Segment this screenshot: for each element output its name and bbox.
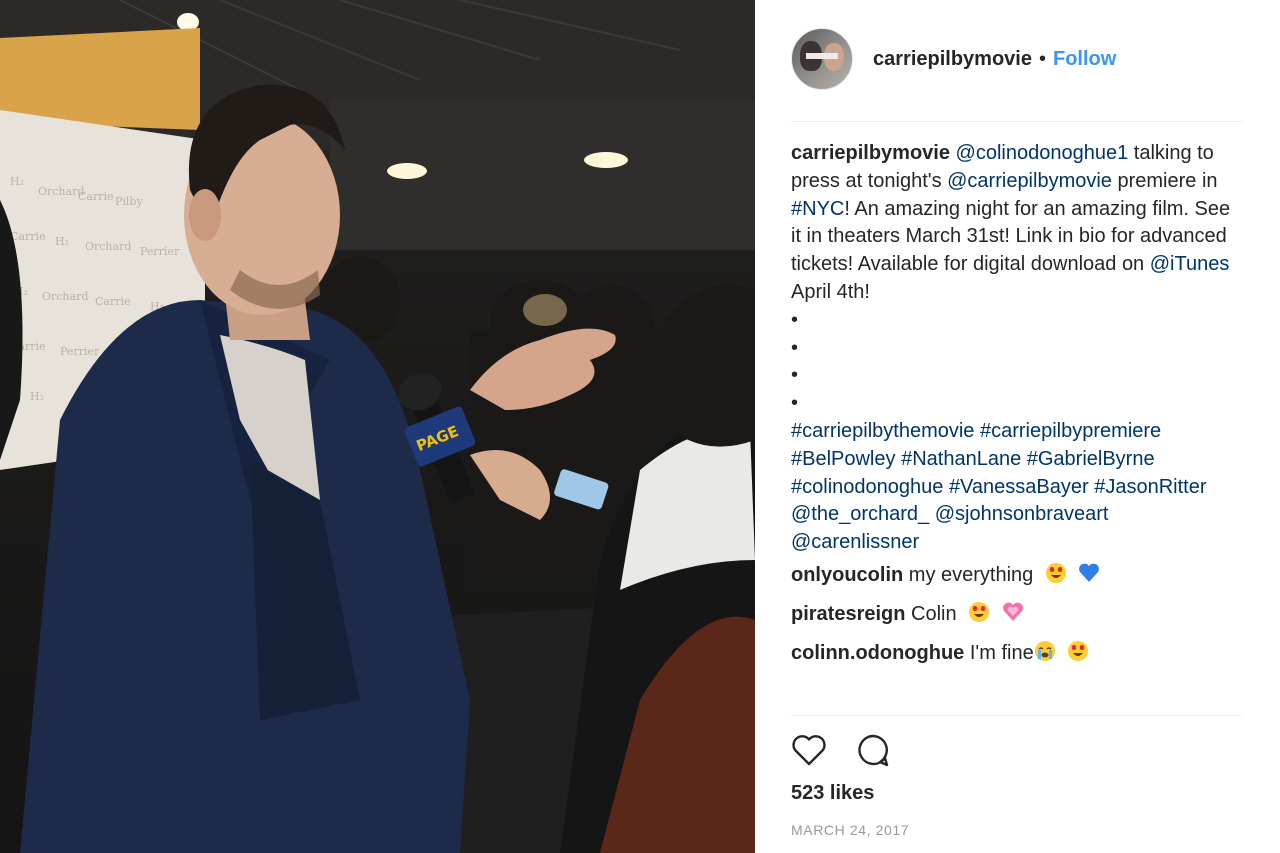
svg-text:Perrier: Perrier xyxy=(140,245,180,258)
growing-heart-emoji xyxy=(1002,599,1024,635)
post-date[interactable]: MARCH 24, 2017 xyxy=(791,822,909,838)
caption-text-4: April 4th! xyxy=(791,280,870,303)
caption-tag[interactable]: #JasonRitter xyxy=(1094,476,1206,498)
comment-item: onlyoucolin my everything xyxy=(791,557,1242,596)
post-photo[interactable]: H₂ Orchard Carrie Pilby Carrie H₂ Orchard Perr… xyxy=(0,0,755,853)
svg-text:H₂: H₂ xyxy=(55,235,69,248)
caption-username[interactable]: carriepilbymovie xyxy=(791,142,950,164)
header-divider xyxy=(791,121,1242,122)
caption-mention-colin[interactable]: @colinodonoghue1 xyxy=(956,142,1129,164)
caption-tag[interactable]: #colinodonoghue xyxy=(791,476,943,498)
caption-tag[interactable]: #VanessaBayer xyxy=(949,476,1089,498)
caption-tag[interactable]: #GabrielByrne xyxy=(1027,448,1155,470)
avatar[interactable] xyxy=(791,28,853,90)
comment-username[interactable]: piratesreign xyxy=(791,603,905,625)
comments-list[interactable]: carriepilbymovie @colinodonoghue1 talkin… xyxy=(791,140,1242,715)
caption-bullet: • xyxy=(791,308,799,331)
comment-text: I'm fine xyxy=(969,641,1034,664)
caption-tag[interactable]: #carriepilbythemovie xyxy=(791,420,974,442)
comment-text: my everything xyxy=(908,563,1034,586)
header-separator: • xyxy=(1038,47,1046,70)
svg-text:Carrie: Carrie xyxy=(95,295,131,308)
svg-text:Orchard: Orchard xyxy=(42,290,88,303)
post-side-panel: carriepilbymovie • Follow carriepilbymov… xyxy=(755,0,1280,853)
comment-item: piratesreign Colin xyxy=(791,596,1242,635)
svg-text:Orchard: Orchard xyxy=(85,240,131,253)
follow-button[interactable]: Follow xyxy=(1053,48,1116,71)
svg-text:Carrie: Carrie xyxy=(10,230,46,243)
post-caption: carriepilbymovie @colinodonoghue1 talkin… xyxy=(791,140,1242,557)
heart-eyes-emoji xyxy=(968,599,990,635)
svg-text:H₂: H₂ xyxy=(30,390,44,403)
heart-outline-icon[interactable] xyxy=(791,732,827,768)
press-interview-photo: H₂OrchardCarrie Pilby Carrie H₂ Orchard Perr… xyxy=(0,0,755,853)
svg-text:H₂: H₂ xyxy=(10,175,24,188)
comment-item: colinn.odonoghue I'm fine xyxy=(791,635,1242,674)
caption-hashtag-nyc[interactable]: #NYC xyxy=(791,198,844,220)
post-actions xyxy=(791,730,891,770)
heart-eyes-emoji xyxy=(1067,638,1089,674)
heart-eyes-emoji xyxy=(1045,560,1067,596)
caption-tag[interactable]: #NathanLane xyxy=(901,448,1021,470)
svg-text:Carrie: Carrie xyxy=(78,190,114,203)
comment-item-truncated xyxy=(791,674,1242,698)
svg-text:Pilby: Pilby xyxy=(115,195,143,208)
caption-tag[interactable]: @the_orchard_ xyxy=(791,503,929,525)
caption-tag[interactable]: @carenlissner xyxy=(791,531,919,553)
caption-tag[interactable]: #BelPowley xyxy=(791,448,896,470)
avatar-title-strip xyxy=(806,53,838,59)
caption-mention-itunes[interactable]: @iTunes xyxy=(1150,253,1230,275)
caption-tag[interactable]: #carriepilbypremiere xyxy=(980,420,1161,442)
comment-bubble-icon[interactable] xyxy=(855,732,891,768)
post-header: carriepilbymovie • Follow xyxy=(791,28,1116,90)
caption-tag[interactable]: @sjohnsonbraveart xyxy=(935,503,1109,525)
caption-bullet: • xyxy=(791,336,799,359)
caption-mention-carriepilby[interactable]: @carriepilbymovie xyxy=(947,170,1112,192)
caption-bullet: • xyxy=(791,364,799,387)
comment-username[interactable]: colinn.odonoghue xyxy=(791,642,964,664)
likes-count[interactable]: 523 likes xyxy=(791,782,874,805)
comment-text: Colin xyxy=(911,602,957,625)
caption-text-2: premiere in xyxy=(1111,169,1218,192)
header-username[interactable]: carriepilbymovie xyxy=(873,48,1032,71)
actions-divider xyxy=(791,715,1242,716)
svg-text:Perrier: Perrier xyxy=(60,345,100,358)
caption-bullet: • xyxy=(791,392,799,415)
crying-emoji xyxy=(1034,638,1056,674)
blue-heart-emoji xyxy=(1078,560,1100,596)
comment-username[interactable]: onlyoucolin xyxy=(791,564,903,586)
